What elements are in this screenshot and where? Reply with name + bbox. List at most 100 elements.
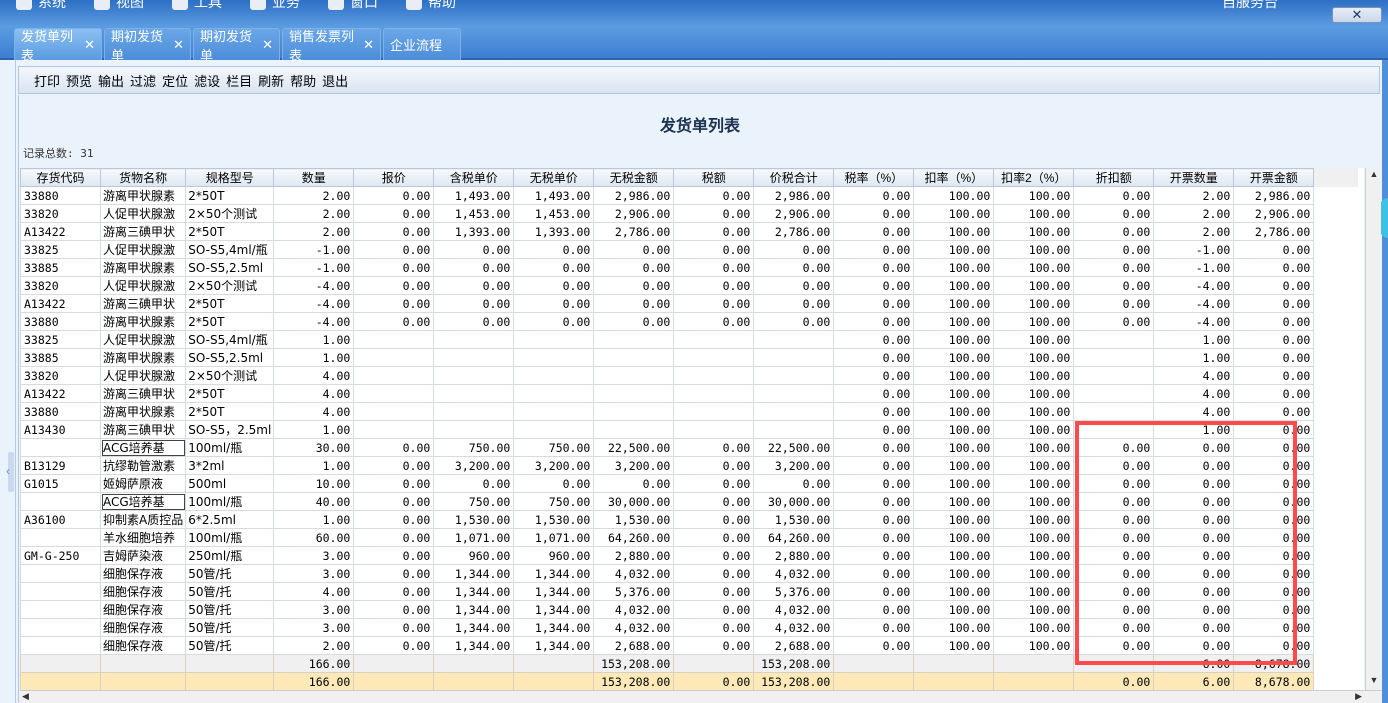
table-row[interactable]: 细胞保存液 50管/托 3.00 0.00 1,344.00 1,344.00 4,032.… [20, 600, 1358, 619]
top-menu-item[interactable]: 视图 [94, 0, 144, 12]
toolbar-button[interactable]: 定位 [159, 71, 191, 90]
table-cell: 100.00 [913, 348, 995, 367]
toolbar-button[interactable]: 输出 [95, 71, 127, 90]
table-row[interactable]: B13129 抗缪勒管激素 3*2ml 1.00 0.00 3,200.00 3,200.0… [20, 456, 1358, 475]
table-cell: 2,688.00 [593, 636, 675, 655]
toolbar-button[interactable]: 打印 [31, 71, 63, 90]
table-row[interactable]: ACG培养基 100ml/瓶 40.00 0.00 750.00 750.00 30,000… [20, 492, 1358, 511]
table-row[interactable]: 33820 人促甲状腺激 2×50个测试 -4.00 0.00 0.00 0.00 0.00 0… [20, 276, 1358, 295]
table-row[interactable]: A13430 游离三碘甲状 SO-S5，2.5ml 1.00 0.00 100.00 100… [20, 420, 1358, 439]
table-row[interactable]: 细胞保存液 50管/托 3.00 0.00 1,344.00 1,344.00 4,032.… [20, 564, 1358, 583]
table-row[interactable]: 33880 游离甲状腺素 2*50T 4.00 0.00 100.00 100.00 4.00… [20, 402, 1358, 421]
sum2-row[interactable]: 166.00 153,208.00 0.00 153,208.00 0.00 6.00 8,… [20, 672, 1358, 690]
table-cell: 0.00 [353, 276, 435, 295]
top-menu-item[interactable]: 工具 [172, 0, 222, 12]
table-row[interactable]: 33880 游离甲状腺素 2*50T -4.00 0.00 0.00 0.00 0.00 0.0… [20, 312, 1358, 331]
column-header[interactable]: 规格型号 [185, 168, 275, 187]
window-close-button[interactable]: ✕ [1332, 7, 1382, 23]
column-header[interactable]: 开票数量 [1153, 168, 1235, 187]
table-cell: 33880 [20, 402, 101, 421]
table-cell [1073, 330, 1155, 349]
tab-1[interactable]: 期初发货单 ✕ [104, 28, 191, 63]
table-cell: SO-S5,4ml/瓶 [185, 240, 275, 259]
scroll-left-icon[interactable]: ◀ [22, 691, 29, 702]
table-row[interactable]: 33880 游离甲状腺素 2*50T 2.00 0.00 1,493.00 1,493.00… [20, 186, 1358, 205]
vertical-scrollbar[interactable]: ▲ ▼ [1365, 168, 1381, 690]
column-header[interactable]: 报价 [353, 168, 435, 187]
table-cell: 细胞保存液 [99, 636, 187, 655]
table-cell: 0.00 [353, 438, 435, 457]
column-header[interactable]: 价税合计 [753, 168, 835, 187]
table-row[interactable]: 33825 人促甲状腺激 SO-S5,4ml/瓶 -1.00 0.00 0.00 0.00 0… [20, 240, 1358, 259]
sum1-row[interactable]: 166.00 153,208.00 153,208.00 6.00 8,678.00 [20, 654, 1358, 673]
table-row[interactable]: 33885 游离甲状腺素 SO-S5,2.5ml 1.00 0.00 100.00 100.… [20, 348, 1358, 367]
top-menu-item[interactable]: 窗口 [328, 0, 378, 12]
table-cell: 6.00 [1153, 672, 1235, 690]
tab-bar: 发货单列表 ✕ 期初发货单 ✕ 期初发货单 ✕ 销售发票列表 ✕ 企业流程 [0, 26, 1388, 63]
table-row[interactable]: A13422 游离三碘甲状 2*50T 4.00 0.00 100.00 100.00 4.0… [20, 384, 1358, 403]
top-menu-item[interactable]: 系统 [16, 0, 66, 12]
tab-2[interactable]: 期初发货单 ✕ [193, 28, 280, 63]
data-grid[interactable]: 存货代码 货物名称 规格型号 数量 报价 含税单价 无税单价 无税金额 税额 价税合计 税率（%）扣… [20, 168, 1364, 690]
table-row[interactable]: ACG培养基 100ml/瓶 30.00 0.00 750.00 750.00 22,500… [20, 438, 1358, 457]
table-row[interactable]: 细胞保存液 50管/托 3.00 0.00 1,344.00 1,344.00 4,032.… [20, 618, 1358, 637]
column-header[interactable]: 数量 [273, 168, 355, 187]
toolbar-button[interactable]: 刷新 [255, 71, 287, 90]
scroll-up-icon[interactable]: ▲ [1368, 169, 1380, 183]
column-header[interactable]: 货物名称 [99, 168, 187, 187]
column-header[interactable]: 无税金额 [593, 168, 675, 187]
column-header[interactable]: 扣率（%） [913, 168, 995, 187]
table-row[interactable]: G1015 姬姆萨原液 500ml 10.00 0.00 0.00 0.00 0.00 0.00… [20, 474, 1358, 493]
table-row[interactable]: 细胞保存液 50管/托 2.00 0.00 1,344.00 1,344.00 2,688.… [20, 636, 1358, 655]
top-menu-item[interactable]: 帮助 [406, 0, 456, 12]
table-cell: 1,493.00 [513, 186, 595, 205]
top-menu-item[interactable]: 业务 [250, 0, 300, 12]
column-header[interactable]: 折扣额 [1073, 168, 1155, 187]
collapse-arrow-icon[interactable]: ‹ [6, 464, 10, 478]
column-header[interactable]: 含税单价 [433, 168, 515, 187]
tab-close-icon[interactable]: ✕ [173, 37, 184, 53]
toolbar-button[interactable]: 退出 [319, 71, 351, 90]
tab-4[interactable]: 企业流程 [383, 28, 461, 60]
column-header[interactable]: 税率（%） [833, 168, 915, 187]
tab-3[interactable]: 销售发票列表 ✕ [282, 28, 381, 63]
table-row[interactable]: A13422 游离三碘甲状 2*50T -4.00 0.00 0.00 0.00 0.00 0.… [20, 294, 1358, 313]
table-cell: 500ml [185, 474, 275, 493]
column-header[interactable]: 开票金额 [1233, 168, 1315, 187]
table-row[interactable]: 33825 人促甲状腺激 SO-S5,4ml/瓶 1.00 0.00 100.00 100.… [20, 330, 1358, 349]
table-cell: 0.00 [1073, 240, 1155, 259]
toolbar-button[interactable]: 预览 [63, 71, 95, 90]
toolbar-button[interactable]: 过滤 [127, 71, 159, 90]
column-header[interactable]: 无税单价 [513, 168, 595, 187]
column-header[interactable]: 税额 [673, 168, 755, 187]
floating-assistant-icon[interactable] [1380, 198, 1388, 238]
table-row[interactable]: A13422 游离三碘甲状 2*50T 2.00 0.00 1,393.00 1,393.0… [20, 222, 1358, 241]
table-cell: 游离甲状腺素 [99, 402, 187, 421]
table-row[interactable]: 羊水细胞培养 100ml/瓶 60.00 0.00 1,071.00 1,071.00 64… [20, 528, 1358, 547]
table-cell: 0.00 [673, 294, 755, 313]
scroll-down-icon[interactable]: ▼ [1368, 675, 1380, 689]
table-cell: 0.00 [1153, 636, 1235, 655]
column-header[interactable]: 存货代码 [20, 168, 101, 187]
scroll-right-icon[interactable]: ▶ [1355, 691, 1362, 702]
tab-close-icon[interactable]: ✕ [262, 37, 273, 53]
toolbar-button[interactable]: 帮助 [287, 71, 319, 90]
tab-0[interactable]: 发货单列表 ✕ [14, 28, 102, 63]
table-cell: 0.00 [833, 564, 915, 583]
table-cell: 0.00 [1153, 510, 1235, 529]
table-row[interactable]: 33820 人促甲状腺激 2×50个测试 4.00 0.00 100.00 100.00 4.… [20, 366, 1358, 385]
toolbar-button[interactable]: 滤设 [191, 71, 223, 90]
table-row[interactable]: A36100 抑制素A质控品 6*2.5ml 1.00 0.00 1,530.00 1,53… [20, 510, 1358, 529]
horizontal-scrollbar[interactable]: ◀ ▶ [20, 690, 1382, 703]
table-cell [353, 672, 435, 690]
menu-icon [328, 0, 344, 10]
toolbar-button[interactable]: 栏目 [223, 71, 255, 90]
table-cell: 0.00 [593, 294, 675, 313]
tab-close-icon[interactable]: ✕ [84, 37, 95, 53]
table-row[interactable]: 33820 人促甲状腺激 2×50个测试 2.00 0.00 1,453.00 1,453.… [20, 204, 1358, 223]
table-row[interactable]: 33885 游离甲状腺素 SO-S5,2.5ml -1.00 0.00 0.00 0.00 0… [20, 258, 1358, 277]
tab-close-icon[interactable]: ✕ [363, 37, 374, 53]
table-row[interactable]: GM-G-250 吉姆萨染液 250ml/瓶 3.00 0.00 960.00 960.00… [20, 546, 1358, 565]
table-row[interactable]: 细胞保存液 50管/托 4.00 0.00 1,344.00 1,344.00 5,376.… [20, 582, 1358, 601]
column-header[interactable]: 扣率2（%） [993, 168, 1075, 187]
